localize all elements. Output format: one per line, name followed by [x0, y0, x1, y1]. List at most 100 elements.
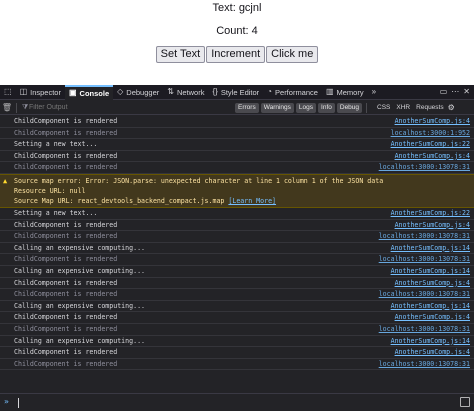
log-source-link[interactable]: AnotherSumComp.js:4	[395, 347, 470, 358]
warning-resource-url: Resource URL: null	[14, 186, 86, 195]
filter-debug-button[interactable]: Debug	[336, 102, 363, 113]
log-source-link[interactable]: localhost:3000:13078:31	[379, 162, 470, 173]
tab-label: Console	[79, 88, 110, 98]
tab-memory[interactable]: ▥ Memory	[322, 85, 368, 100]
tab-console[interactable]: ▣ Console	[64, 84, 114, 100]
console-output: ChildComponent is rendered AnotherSumCom…	[0, 116, 474, 393]
filter-requests-button[interactable]: Requests	[416, 104, 443, 111]
log-source-link[interactable]: localhost:3000:13078:31	[379, 254, 470, 265]
dock-icon[interactable]: ▭	[440, 88, 448, 96]
close-icon[interactable]: ✕	[463, 88, 470, 96]
log-row: Calling an expensive computing... Another…	[0, 301, 474, 313]
log-row: ChildComponent is rendered localhost:3000…	[0, 359, 474, 371]
log-row: ChildComponent is rendered localhost:3000…	[0, 231, 474, 243]
log-source-link[interactable]: AnotherSumComp.js:4	[395, 312, 470, 323]
log-row: Calling an expensive computing... Another…	[0, 266, 474, 278]
log-row: ChildComponent is rendered AnotherSumComp…	[0, 347, 474, 359]
tab-style-editor[interactable]: {} Style Editor	[208, 85, 263, 100]
log-message: ChildComponent is rendered	[14, 128, 118, 137]
log-source-link[interactable]: AnotherSumComp.js:4	[395, 151, 470, 162]
tab-debugger[interactable]: ◇ Debugger	[113, 85, 163, 100]
log-message: ChildComponent is rendered	[14, 255, 118, 264]
tab-inspector[interactable]: ◫ Inspector	[16, 85, 65, 100]
log-source-link[interactable]: AnotherSumComp.js:4	[395, 220, 470, 231]
devtools-window-controls: ▭ ⋯ ✕	[440, 88, 474, 96]
style-editor-icon: {}	[212, 87, 218, 96]
filter-icon: ⧩	[22, 104, 29, 111]
log-message: ChildComponent is rendered	[14, 232, 118, 241]
tab-label: Network	[176, 87, 205, 97]
filter-output-input[interactable]	[19, 101, 169, 114]
log-source-link[interactable]: AnotherSumComp.js:14	[391, 243, 470, 254]
toolbar-divider	[366, 102, 368, 113]
more-tabs-button[interactable]: »	[368, 85, 380, 100]
log-row: ChildComponent is rendered AnotherSumComp…	[0, 220, 474, 232]
log-message: ChildComponent is rendered	[14, 278, 118, 287]
increment-button[interactable]: Increment	[206, 46, 266, 63]
pick-element-icon: ⬚	[4, 87, 12, 96]
log-row: ChildComponent is rendered localhost:300…	[0, 162, 474, 174]
log-source-link[interactable]: AnotherSumComp.js:4	[395, 116, 470, 127]
more-options-icon[interactable]: ⋯	[451, 88, 459, 96]
log-message: Setting a new text...	[14, 208, 98, 217]
filter-xhr-button[interactable]: XHR	[396, 104, 410, 111]
console-input[interactable]: »	[0, 393, 474, 411]
log-message: ChildComponent is rendered	[14, 324, 118, 333]
clear-console-icon[interactable]: 🗑	[0, 103, 14, 112]
log-message: ChildComponent is rendered	[14, 313, 118, 322]
warning-source-map-text: Source Map URL: react_devtools_backend_c…	[14, 196, 225, 205]
log-source-link[interactable]: localhost:3000:13078:31	[379, 289, 470, 300]
prompt-chevron-icon: »	[4, 397, 9, 406]
input-caret	[18, 398, 19, 408]
filter-info-button[interactable]: Info	[318, 102, 335, 113]
log-row: ChildComponent is rendered AnotherSumCom…	[0, 116, 474, 128]
log-message: Calling an expensive computing...	[14, 301, 146, 310]
log-message: ChildComponent is rendered	[14, 220, 118, 229]
log-source-link[interactable]: localhost:3000:13078:31	[379, 359, 470, 370]
memory-icon: ▥	[325, 87, 334, 96]
log-source-link[interactable]: AnotherSumComp.js:4	[395, 278, 470, 289]
count-display: Count: 4	[216, 25, 258, 37]
chevron-double-right-icon: »	[371, 87, 377, 96]
log-source-link[interactable]: AnotherSumComp.js:14	[391, 266, 470, 277]
log-row: ChildComponent is rendered AnotherSumComp…	[0, 312, 474, 324]
log-source-link[interactable]: localhost:3000:13078:31	[379, 231, 470, 242]
learn-more-link[interactable]: [Learn More]	[228, 197, 276, 205]
log-source-link[interactable]: AnotherSumComp.js:14	[391, 301, 470, 312]
log-message: ChildComponent is rendered	[14, 359, 118, 368]
log-source-link[interactable]: localhost:3000:13078:31	[379, 324, 470, 335]
tab-label: Style Editor	[220, 87, 260, 97]
log-source-link[interactable]: AnotherSumComp.js:22	[391, 139, 470, 150]
source-map-warning: ▲ Source map error: Error: JSON.parse: u…	[0, 173, 474, 208]
log-message: ChildComponent is rendered	[14, 117, 118, 125]
filter-warnings-button[interactable]: Warnings	[260, 102, 294, 113]
log-row: ChildComponent is rendered localhost:3000…	[0, 254, 474, 266]
log-row: ChildComponent is rendered localhost:300…	[0, 128, 474, 140]
log-source-link[interactable]: AnotherSumComp.js:14	[391, 336, 470, 347]
debugger-icon: ◇	[117, 87, 124, 96]
log-row: ChildComponent is rendered localhost:3000…	[0, 289, 474, 301]
tab-label: Performance	[275, 87, 318, 97]
console-icon: ▣	[68, 88, 77, 97]
text-display: Text: gcjnl	[212, 2, 262, 14]
filter-css-button[interactable]: CSS	[377, 104, 390, 111]
set-text-button[interactable]: Set Text	[155, 46, 206, 63]
tab-performance[interactable]: ◔ Performance	[263, 85, 322, 100]
log-message: ChildComponent is rendered	[14, 290, 118, 299]
tab-label: Memory	[336, 87, 364, 97]
log-message: Calling an expensive computing...	[14, 336, 146, 345]
log-message: Calling an expensive computing...	[14, 243, 146, 252]
filter-errors-button[interactable]: Errors	[235, 102, 259, 113]
log-source-link[interactable]: AnotherSumComp.js:22	[391, 208, 470, 219]
log-message: ChildComponent is rendered	[14, 151, 118, 160]
pick-element-button[interactable]: ⬚	[0, 85, 16, 100]
console-toolbar: 🗑 ⧩ Errors Warnings Logs Info Debug CSS …	[0, 101, 474, 115]
log-message: ChildComponent is rendered	[14, 163, 118, 172]
click-me-button[interactable]: Click me	[266, 46, 319, 63]
filter-logs-button[interactable]: Logs	[295, 102, 317, 113]
gear-icon[interactable]: ⚙	[448, 103, 455, 112]
performance-icon: ◔	[267, 87, 273, 96]
editor-mode-icon[interactable]	[460, 397, 470, 407]
log-source-link[interactable]: localhost:3000:1:952	[391, 128, 470, 139]
tab-network[interactable]: ⇅ Network	[163, 85, 208, 100]
